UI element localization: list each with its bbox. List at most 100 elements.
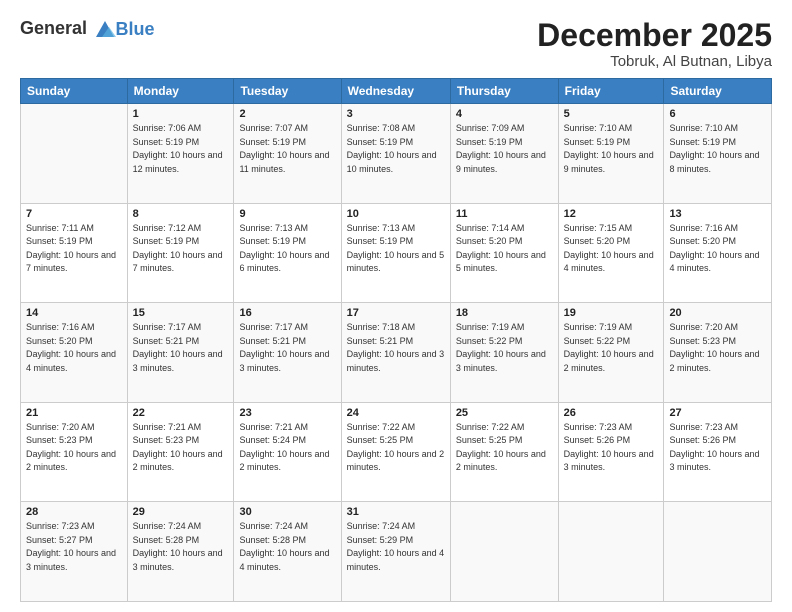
day-number: 16 xyxy=(239,307,335,319)
calendar-cell: 8 Sunrise: 7:12 AMSunset: 5:19 PMDaylight… xyxy=(127,203,234,303)
header: General Blue December 2025 Tobruk, Al Bu… xyxy=(20,18,772,70)
calendar-cell: 3Sunrise: 7:08 AMSunset: 5:19 PMDaylight… xyxy=(341,104,450,204)
day-number: 7 xyxy=(26,208,122,220)
logo-icon xyxy=(94,19,116,41)
day-info: Sunrise: 7:13 AMSunset: 5:19 PMDaylight:… xyxy=(347,222,445,276)
calendar: Sunday Monday Tuesday Wednesday Thursday… xyxy=(20,78,772,602)
day-number: 18 xyxy=(456,307,553,319)
day-number: 8 xyxy=(133,208,229,220)
col-tuesday: Tuesday xyxy=(234,79,341,104)
calendar-cell: 9Sunrise: 7:13 AMSunset: 5:19 PMDaylight… xyxy=(234,203,341,303)
calendar-week-4: 28 Sunrise: 7:23 AMSunset: 5:27 PMDayligh… xyxy=(21,502,772,602)
day-info: Sunrise: 7:22 AMSunset: 5:25 PMDaylight:… xyxy=(347,421,445,475)
day-number: 12 xyxy=(564,208,659,220)
day-number: 5 xyxy=(564,108,659,120)
location: Tobruk, Al Butnan, Libya xyxy=(537,53,772,70)
day-number: 1 xyxy=(133,108,229,120)
calendar-week-2: 14 Sunrise: 7:16 AMSunset: 5:20 PMDayligh… xyxy=(21,303,772,403)
calendar-cell: 19 Sunrise: 7:19 AMSunset: 5:22 PMDayligh… xyxy=(558,303,664,403)
day-info: Sunrise: 7:17 AMSunset: 5:21 PMDaylight:… xyxy=(133,321,229,375)
day-number: 29 xyxy=(133,506,229,518)
calendar-cell: 14 Sunrise: 7:16 AMSunset: 5:20 PMDayligh… xyxy=(21,303,128,403)
title-block: December 2025 Tobruk, Al Butnan, Libya xyxy=(537,18,772,70)
day-info: Sunrise: 7:20 AMSunset: 5:23 PMDaylight:… xyxy=(669,321,766,375)
calendar-cell: 1 Sunrise: 7:06 AMSunset: 5:19 PMDaylight… xyxy=(127,104,234,204)
calendar-cell: 31Sunrise: 7:24 AMSunset: 5:29 PMDayligh… xyxy=(341,502,450,602)
logo-blue: Blue xyxy=(116,19,155,39)
day-number: 10 xyxy=(347,208,445,220)
day-number: 4 xyxy=(456,108,553,120)
day-info: Sunrise: 7:17 AMSunset: 5:21 PMDaylight:… xyxy=(239,321,335,375)
logo-general: General xyxy=(20,18,87,38)
col-saturday: Saturday xyxy=(664,79,772,104)
day-info: Sunrise: 7:23 AMSunset: 5:26 PMDaylight:… xyxy=(564,421,659,475)
day-number: 24 xyxy=(347,407,445,419)
day-info: Sunrise: 7:22 AMSunset: 5:25 PMDaylight:… xyxy=(456,421,553,475)
day-info: Sunrise: 7:21 AMSunset: 5:24 PMDaylight:… xyxy=(239,421,335,475)
day-number: 3 xyxy=(347,108,445,120)
calendar-cell xyxy=(450,502,558,602)
day-info: Sunrise: 7:14 AMSunset: 5:20 PMDaylight:… xyxy=(456,222,553,276)
day-number: 6 xyxy=(669,108,766,120)
day-number: 17 xyxy=(347,307,445,319)
calendar-cell xyxy=(664,502,772,602)
calendar-cell: 21 Sunrise: 7:20 AMSunset: 5:23 PMDayligh… xyxy=(21,402,128,502)
calendar-cell: 24 Sunrise: 7:22 AMSunset: 5:25 PMDayligh… xyxy=(341,402,450,502)
calendar-cell: 22 Sunrise: 7:21 AMSunset: 5:23 PMDayligh… xyxy=(127,402,234,502)
calendar-cell: 13Sunrise: 7:16 AMSunset: 5:20 PMDayligh… xyxy=(664,203,772,303)
day-number: 25 xyxy=(456,407,553,419)
calendar-cell: 4Sunrise: 7:09 AMSunset: 5:19 PMDaylight… xyxy=(450,104,558,204)
calendar-week-1: 7Sunrise: 7:11 AMSunset: 5:19 PMDaylight… xyxy=(21,203,772,303)
day-number: 22 xyxy=(133,407,229,419)
calendar-week-3: 21 Sunrise: 7:20 AMSunset: 5:23 PMDayligh… xyxy=(21,402,772,502)
day-number: 14 xyxy=(26,307,122,319)
day-number: 28 xyxy=(26,506,122,518)
day-info: Sunrise: 7:24 AMSunset: 5:28 PMDaylight:… xyxy=(133,520,229,574)
calendar-cell: 28 Sunrise: 7:23 AMSunset: 5:27 PMDayligh… xyxy=(21,502,128,602)
day-number: 11 xyxy=(456,208,553,220)
day-info: Sunrise: 7:19 AMSunset: 5:22 PMDaylight:… xyxy=(456,321,553,375)
calendar-cell xyxy=(21,104,128,204)
day-number: 19 xyxy=(564,307,659,319)
col-friday: Friday xyxy=(558,79,664,104)
calendar-cell: 17 Sunrise: 7:18 AMSunset: 5:21 PMDayligh… xyxy=(341,303,450,403)
day-info: Sunrise: 7:10 AMSunset: 5:19 PMDaylight:… xyxy=(564,122,659,176)
day-number: 31 xyxy=(347,506,445,518)
col-thursday: Thursday xyxy=(450,79,558,104)
day-info: Sunrise: 7:06 AMSunset: 5:19 PMDaylight:… xyxy=(133,122,229,176)
calendar-cell: 11 Sunrise: 7:14 AMSunset: 5:20 PMDayligh… xyxy=(450,203,558,303)
day-info: Sunrise: 7:07 AMSunset: 5:19 PMDaylight:… xyxy=(239,122,335,176)
day-number: 26 xyxy=(564,407,659,419)
day-info: Sunrise: 7:20 AMSunset: 5:23 PMDaylight:… xyxy=(26,421,122,475)
day-number: 13 xyxy=(669,208,766,220)
day-info: Sunrise: 7:23 AMSunset: 5:26 PMDaylight:… xyxy=(669,421,766,475)
calendar-cell: 26 Sunrise: 7:23 AMSunset: 5:26 PMDayligh… xyxy=(558,402,664,502)
calendar-cell: 2 Sunrise: 7:07 AMSunset: 5:19 PMDaylight… xyxy=(234,104,341,204)
col-sunday: Sunday xyxy=(21,79,128,104)
day-number: 21 xyxy=(26,407,122,419)
calendar-cell: 27 Sunrise: 7:23 AMSunset: 5:26 PMDayligh… xyxy=(664,402,772,502)
day-info: Sunrise: 7:18 AMSunset: 5:21 PMDaylight:… xyxy=(347,321,445,375)
calendar-week-0: 1 Sunrise: 7:06 AMSunset: 5:19 PMDaylight… xyxy=(21,104,772,204)
day-number: 2 xyxy=(239,108,335,120)
calendar-cell: 20Sunrise: 7:20 AMSunset: 5:23 PMDayligh… xyxy=(664,303,772,403)
day-info: Sunrise: 7:12 AMSunset: 5:19 PMDaylight:… xyxy=(133,222,229,276)
day-number: 23 xyxy=(239,407,335,419)
day-number: 30 xyxy=(239,506,335,518)
day-info: Sunrise: 7:19 AMSunset: 5:22 PMDaylight:… xyxy=(564,321,659,375)
calendar-cell: 29 Sunrise: 7:24 AMSunset: 5:28 PMDayligh… xyxy=(127,502,234,602)
day-number: 9 xyxy=(239,208,335,220)
calendar-cell: 5 Sunrise: 7:10 AMSunset: 5:19 PMDaylight… xyxy=(558,104,664,204)
calendar-cell: 25 Sunrise: 7:22 AMSunset: 5:25 PMDayligh… xyxy=(450,402,558,502)
logo: General Blue xyxy=(20,18,155,41)
day-number: 15 xyxy=(133,307,229,319)
calendar-cell: 23 Sunrise: 7:21 AMSunset: 5:24 PMDayligh… xyxy=(234,402,341,502)
calendar-header-row: Sunday Monday Tuesday Wednesday Thursday… xyxy=(21,79,772,104)
day-info: Sunrise: 7:16 AMSunset: 5:20 PMDaylight:… xyxy=(26,321,122,375)
col-monday: Monday xyxy=(127,79,234,104)
calendar-cell: 30Sunrise: 7:24 AMSunset: 5:28 PMDayligh… xyxy=(234,502,341,602)
day-info: Sunrise: 7:21 AMSunset: 5:23 PMDaylight:… xyxy=(133,421,229,475)
day-number: 27 xyxy=(669,407,766,419)
calendar-cell: 10 Sunrise: 7:13 AMSunset: 5:19 PMDayligh… xyxy=(341,203,450,303)
day-info: Sunrise: 7:23 AMSunset: 5:27 PMDaylight:… xyxy=(26,520,122,574)
